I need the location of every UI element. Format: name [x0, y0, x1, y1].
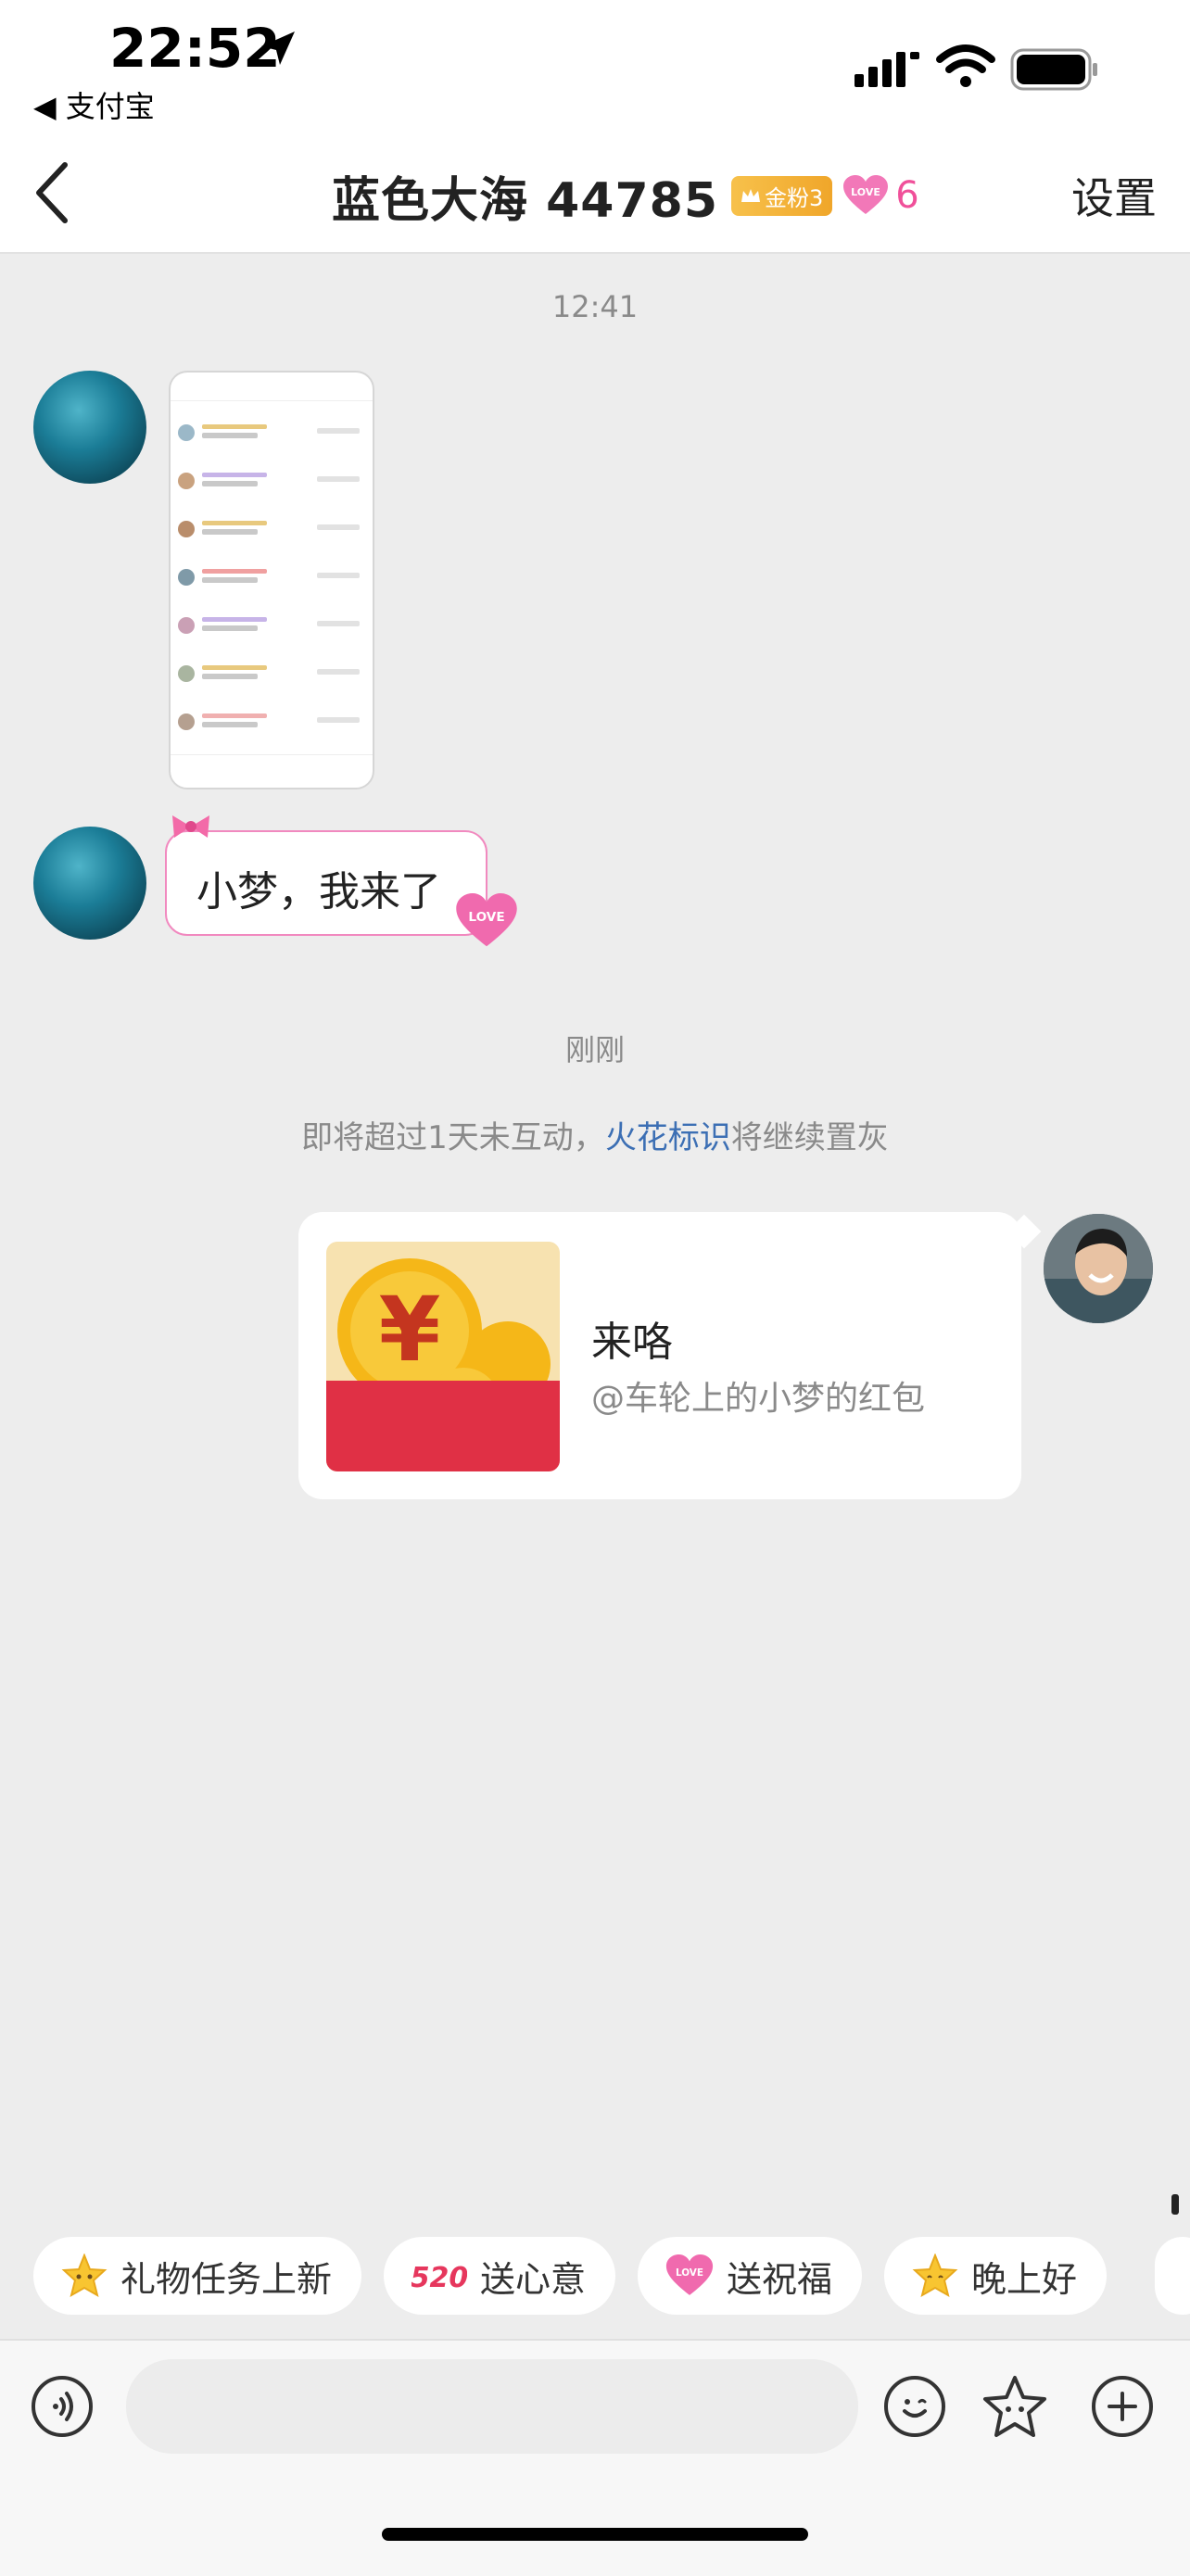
quick-action-chip[interactable]: LOVE 送祝福: [638, 2237, 863, 2315]
back-to-app-link[interactable]: ◀ 支付宝: [33, 83, 155, 126]
svg-text:LOVE: LOVE: [676, 2267, 703, 2279]
add-more-button[interactable]: [1092, 2376, 1153, 2437]
chip-label: 晚上好: [971, 2258, 1078, 2300]
home-indicator: [382, 2528, 808, 2541]
love-heart-icon: LOVE: [843, 175, 889, 214]
bow-decoration-icon: [172, 815, 209, 838]
emoji-icon: [903, 2399, 927, 2418]
message-text: 小梦，我来了: [196, 868, 441, 915]
svg-text:¥: ¥: [379, 1278, 441, 1382]
520-icon: 520: [411, 2262, 467, 2294]
quick-action-chip-partial[interactable]: [1155, 2237, 1190, 2315]
notice-text-suffix: 将继续置灰: [730, 1119, 889, 1156]
text-message-bubble[interactable]: 小梦，我来了: [165, 830, 487, 936]
avatar-photo: [1044, 1214, 1153, 1323]
fan-badge-label: 金粉3: [765, 184, 824, 211]
star-icon: [912, 2254, 958, 2298]
status-time: 22:52: [109, 17, 281, 80]
love-heart-icon: LOVE: [665, 2254, 714, 2295]
contact-avatar[interactable]: [33, 827, 146, 940]
cellular-signal-icon: [855, 52, 919, 87]
timestamp: 刚刚: [564, 1032, 625, 1067]
quick-action-chip[interactable]: 礼物任务上新: [33, 2237, 362, 2315]
chip-label: 送心意: [480, 2258, 587, 2300]
battery-icon: [1010, 48, 1097, 91]
quick-action-bar: 礼物任务上新 520 送心意 LOVE 送祝福 晚上好: [33, 2237, 1108, 2315]
voice-icon: [53, 2392, 73, 2421]
chat-title-row[interactable]: 蓝色大海 44785 金粉3 LOVE 6: [332, 163, 919, 229]
back-chevron-icon[interactable]: [26, 156, 82, 230]
quick-action-chip[interactable]: 520 送心意: [384, 2237, 616, 2315]
chip-label: 送祝福: [727, 2258, 833, 2300]
top-bar: 22:52 ◀ 支付宝 蓝色大海 44785 金粉3 LOVE 6 设置: [0, 0, 1190, 254]
timestamp: 12:41: [551, 289, 639, 324]
sticker-star-button[interactable]: [981, 2374, 1049, 2441]
wifi-icon: [936, 44, 995, 87]
red-packet-card[interactable]: ¥ 来咯 @车轮上的小梦的红包: [298, 1212, 1021, 1499]
svg-text:LOVE: LOVE: [851, 186, 880, 198]
screenshot-image-message[interactable]: [169, 371, 374, 789]
message-input[interactable]: [126, 2359, 858, 2454]
settings-button[interactable]: 设置: [1071, 165, 1157, 226]
svg-text:520: 520: [411, 2262, 467, 2294]
my-avatar[interactable]: [1044, 1214, 1153, 1323]
red-packet-subtitle: @车轮上的小梦的红包: [591, 1380, 926, 1418]
svg-text:LOVE: LOVE: [468, 910, 504, 925]
love-heart-decoration-icon: LOVE: [456, 893, 517, 947]
crown-icon: [741, 189, 761, 202]
star-icon: [61, 2254, 108, 2298]
spark-notice: 即将超过1天未互动，火花标识将继续置灰: [0, 1112, 1190, 1157]
quick-action-chip[interactable]: 晚上好: [884, 2237, 1108, 2315]
voice-button[interactable]: [32, 2376, 93, 2437]
red-packet-icon: ¥: [326, 1242, 560, 1471]
emoji-button[interactable]: [884, 2376, 945, 2437]
red-packet-title: 来咯: [591, 1319, 673, 1366]
love-count: 6: [895, 174, 919, 217]
notice-text: 即将超过1天未互动，: [301, 1119, 605, 1156]
location-arrow-icon: [261, 32, 295, 65]
chip-label: 礼物任务上新: [120, 2258, 333, 2300]
scroll-indicator: [1171, 2194, 1179, 2215]
contact-avatar[interactable]: [33, 371, 146, 484]
plus-icon: [1108, 2392, 1137, 2421]
chat-title: 蓝色大海 44785: [332, 172, 719, 229]
spark-link[interactable]: 火花标识: [605, 1119, 731, 1156]
fan-level-badge: 金粉3: [731, 175, 833, 216]
